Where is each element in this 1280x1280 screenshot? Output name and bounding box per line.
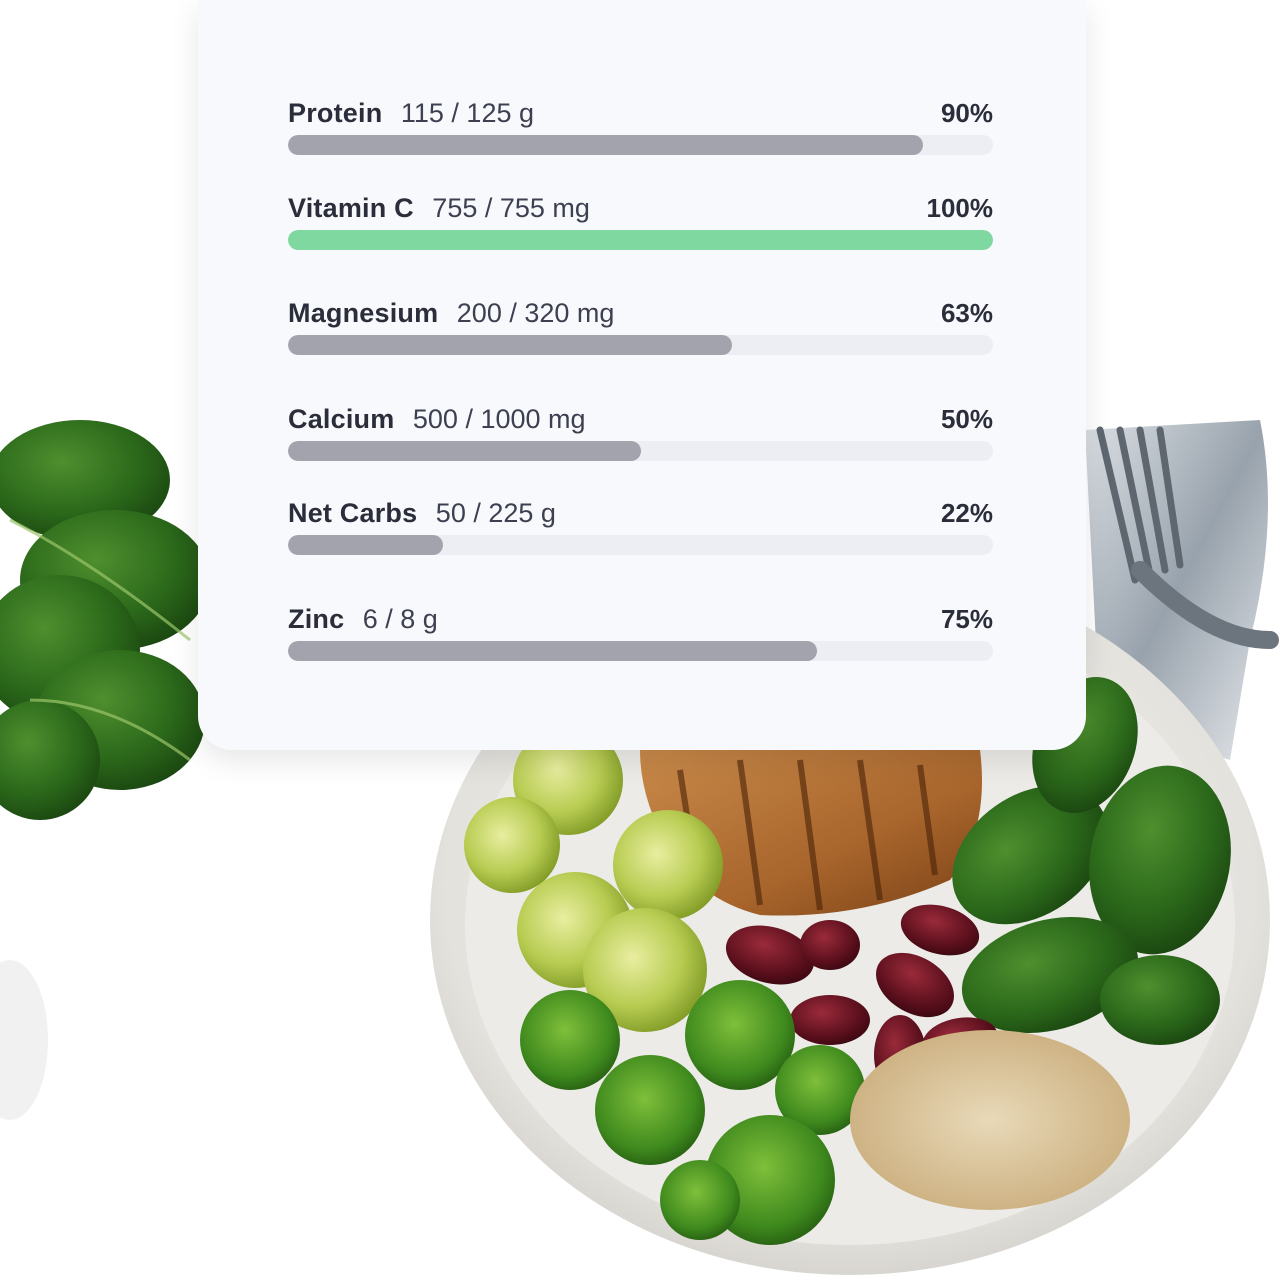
progress-track bbox=[288, 230, 993, 250]
napkin-edge bbox=[0, 960, 48, 1120]
progress-fill bbox=[288, 230, 993, 250]
nutrient-row-net-carbs: Net Carbs 50 / 225 g 22% bbox=[288, 498, 993, 558]
nutrient-amount: 50 / 225 g bbox=[435, 498, 556, 528]
nutrient-amount: 500 / 1000 mg bbox=[412, 404, 586, 434]
nutrient-name: Magnesium bbox=[288, 298, 439, 328]
progress-fill bbox=[288, 535, 444, 555]
nutrient-row-vitamin-c: Vitamin C 755 / 755 mg 100% bbox=[288, 193, 993, 253]
nutrient-progress-card: Protein 115 / 125 g 90% Vitamin C 755 / … bbox=[198, 0, 1086, 750]
progress-track bbox=[288, 441, 993, 461]
progress-fill bbox=[288, 641, 817, 661]
nutrient-name: Net Carbs bbox=[288, 498, 418, 528]
nutrient-percent: 100% bbox=[926, 193, 994, 223]
progress-fill bbox=[288, 441, 641, 461]
nutrient-name: Protein bbox=[288, 98, 383, 128]
nutrient-row-zinc: Zinc 6 / 8 g 75% bbox=[288, 604, 993, 664]
nutrient-row-calcium: Calcium 500 / 1000 mg 50% bbox=[288, 404, 993, 464]
nutrient-percent: 63% bbox=[940, 298, 993, 328]
nutrient-percent: 90% bbox=[940, 98, 993, 128]
nutrient-amount: 6 / 8 g bbox=[362, 604, 438, 634]
progress-fill bbox=[288, 135, 923, 155]
nutrient-percent: 22% bbox=[940, 498, 993, 528]
nutrient-amount: 755 / 755 mg bbox=[432, 193, 590, 223]
nutrient-row-magnesium: Magnesium 200 / 320 mg 63% bbox=[288, 298, 993, 358]
nutrient-name: Calcium bbox=[288, 404, 395, 434]
progress-fill bbox=[288, 335, 733, 355]
progress-track bbox=[288, 335, 993, 355]
nutrient-name: Vitamin C bbox=[288, 193, 414, 223]
progress-track bbox=[288, 641, 993, 661]
progress-track bbox=[288, 535, 993, 555]
quinoa bbox=[850, 1030, 1130, 1210]
nutrient-name: Zinc bbox=[288, 604, 345, 634]
nutrient-row-protein: Protein 115 / 125 g 90% bbox=[288, 98, 993, 158]
nutrient-amount: 115 / 125 g bbox=[400, 98, 534, 128]
nutrient-percent: 75% bbox=[940, 604, 993, 634]
nutrient-amount: 200 / 320 mg bbox=[456, 298, 615, 328]
progress-track bbox=[288, 135, 993, 155]
nutrient-percent: 50% bbox=[940, 404, 993, 434]
spinach-leaves-left bbox=[0, 420, 210, 820]
